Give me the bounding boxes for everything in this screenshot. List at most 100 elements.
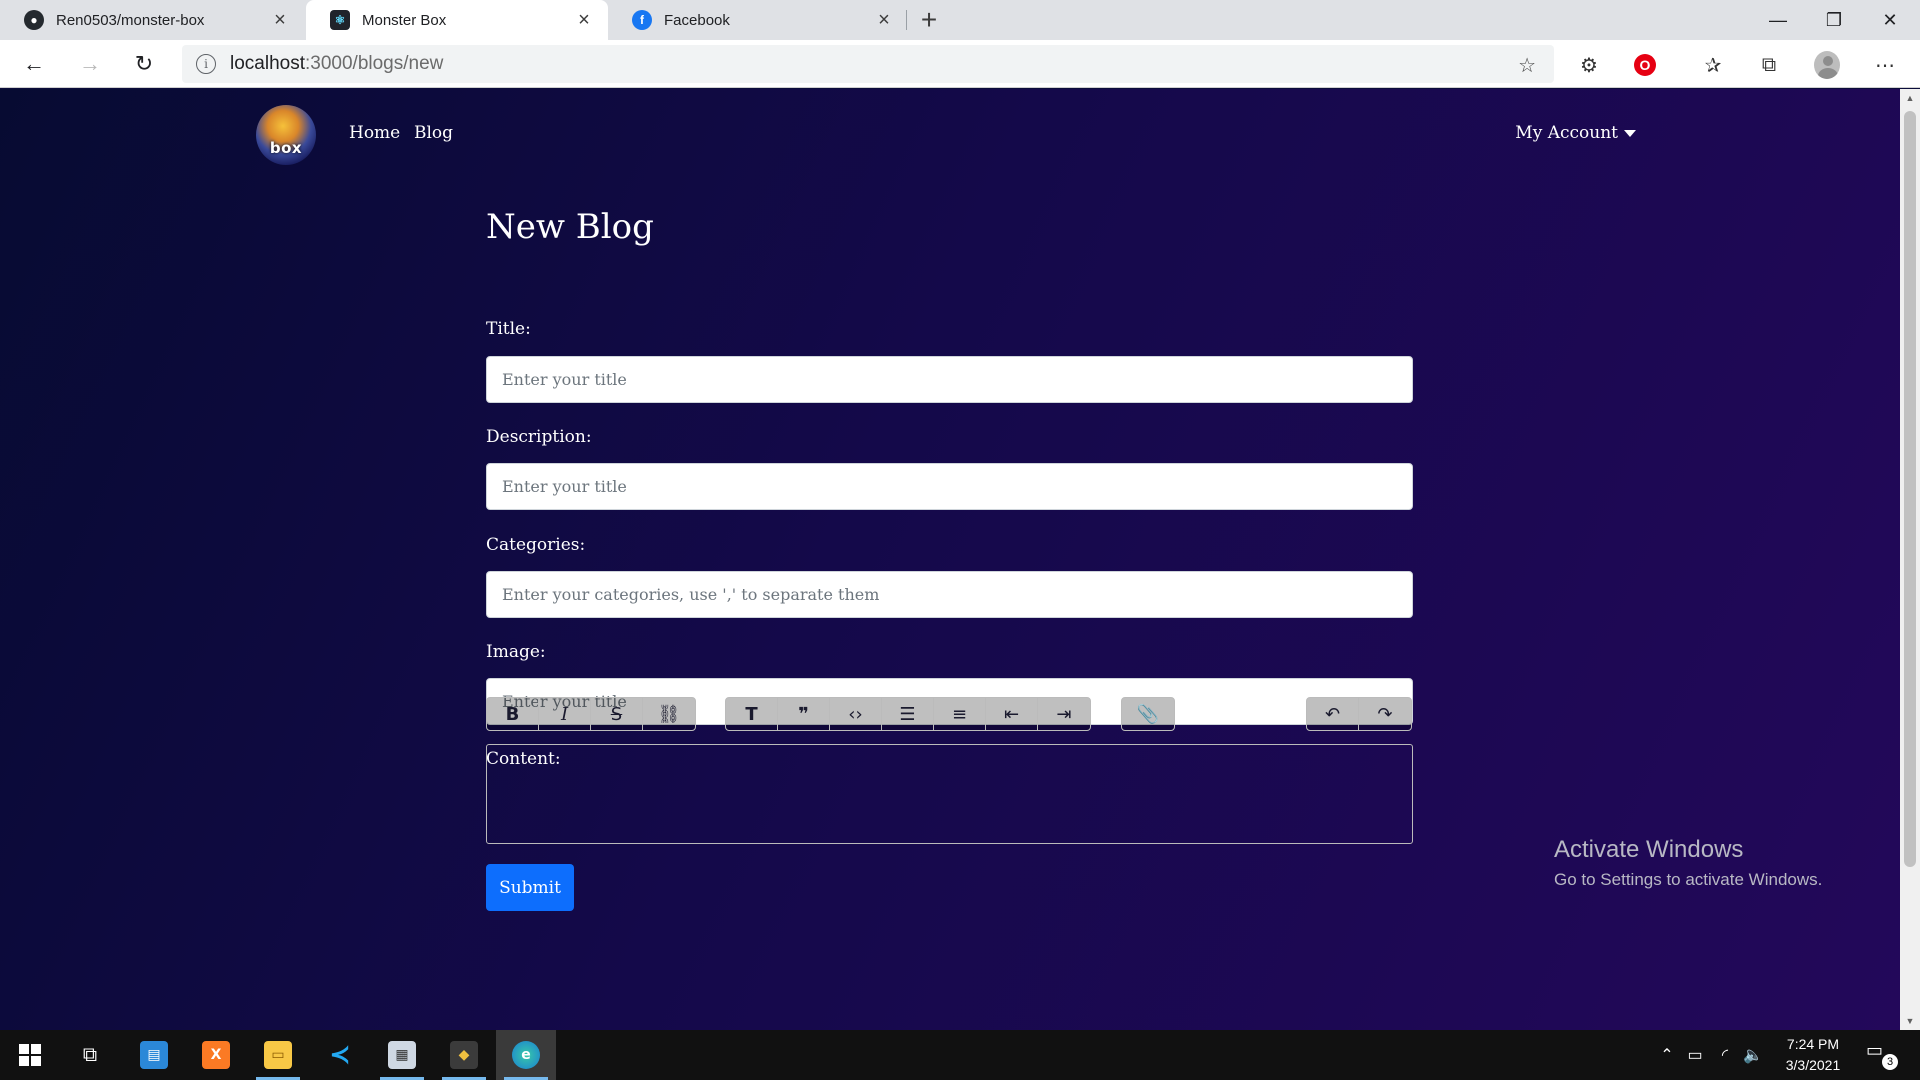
opera-extension-icon[interactable]: O bbox=[1632, 52, 1658, 78]
taskbar-app-file-explorer[interactable]: ▭ bbox=[248, 1030, 308, 1080]
minimize-button[interactable]: — bbox=[1750, 0, 1806, 40]
back-button[interactable]: ← bbox=[14, 40, 54, 88]
nav-home-link[interactable]: Home bbox=[349, 123, 400, 143]
activate-windows-watermark: Activate Windows Go to Settings to activ… bbox=[1554, 836, 1822, 890]
heading-icon[interactable]: T bbox=[726, 698, 778, 730]
redo-icon[interactable]: ↷ bbox=[1359, 698, 1411, 730]
address-bar[interactable]: i localhost:3000/blogs/new ☆ bbox=[182, 45, 1554, 83]
taskbar-app-xampp[interactable]: X bbox=[186, 1030, 246, 1080]
url-host: localhost bbox=[230, 53, 305, 74]
close-icon[interactable]: × bbox=[874, 9, 894, 32]
clock-time: 7:24 PM bbox=[1786, 1036, 1840, 1052]
github-icon: ● bbox=[24, 10, 44, 30]
new-tab-button[interactable]: + bbox=[912, 0, 946, 40]
windows-taskbar: ⧉ ▤ X ▭ ≺ ▦ ◆ e ⌃ ▭ ◜ 🔈 7:24 PM 3/3/2021… bbox=[0, 1030, 1920, 1080]
start-button[interactable] bbox=[0, 1030, 60, 1080]
title-label: Title: bbox=[486, 319, 531, 339]
volume-icon[interactable]: 🔈 bbox=[1740, 1030, 1766, 1080]
title-input[interactable]: Enter your title bbox=[486, 356, 1413, 403]
edge-icon: e bbox=[512, 1041, 540, 1069]
tab-facebook[interactable]: f Facebook × bbox=[608, 0, 908, 40]
scroll-down-icon[interactable]: ▼ bbox=[1900, 1012, 1920, 1030]
quote-icon[interactable]: ❞ bbox=[778, 698, 830, 730]
notification-icon: ▭ bbox=[1866, 1040, 1884, 1060]
clock-date: 3/3/2021 bbox=[1785, 1057, 1841, 1073]
tab-github[interactable]: ● Ren0503/monster-box × bbox=[0, 0, 304, 40]
folder-icon: ▭ bbox=[264, 1041, 292, 1069]
editor-toolbar: B I S ⛓ T ❞ ‹› ☰ ≡ ⇤ ⇥ 📎 ↶ ↷ bbox=[486, 697, 1413, 731]
taskbar-app-vscode[interactable]: ≺ bbox=[310, 1030, 370, 1080]
link-icon[interactable]: ⛓ bbox=[643, 698, 695, 730]
collections-icon[interactable]: ⧉ bbox=[1756, 52, 1782, 78]
tab-monster-box[interactable]: ⚛ Monster Box × bbox=[306, 0, 608, 40]
text-format-group: B I S ⛓ bbox=[486, 697, 696, 731]
profile-icon[interactable] bbox=[1814, 51, 1840, 79]
nav-blog-link[interactable]: Blog bbox=[414, 123, 453, 143]
tab-separator bbox=[906, 10, 907, 30]
contacts-icon: ▤ bbox=[140, 1041, 168, 1069]
taskbar-app-git[interactable]: ◆ bbox=[434, 1030, 494, 1080]
add-favorite-icon[interactable]: ☆ bbox=[1518, 53, 1536, 78]
history-group: ↶ ↷ bbox=[1306, 697, 1412, 731]
scroll-thumb[interactable] bbox=[1904, 111, 1916, 867]
image-label: Image: bbox=[486, 642, 546, 662]
logo-text: box bbox=[269, 139, 303, 157]
site-logo[interactable]: box bbox=[256, 105, 316, 165]
caret-down-icon bbox=[1624, 129, 1636, 137]
page-scrollbar[interactable]: ▲ ▼ bbox=[1900, 89, 1920, 1030]
decrease-indent-icon[interactable]: ⇤ bbox=[986, 698, 1038, 730]
my-account-dropdown[interactable]: My Account bbox=[1515, 123, 1636, 143]
refresh-button[interactable]: ↻ bbox=[124, 40, 164, 88]
block-format-group: T ❞ ‹› ☰ ≡ ⇤ ⇥ bbox=[725, 697, 1091, 731]
undo-icon[interactable]: ↶ bbox=[1307, 698, 1359, 730]
numbered-list-icon[interactable]: ≡ bbox=[934, 698, 986, 730]
description-input[interactable]: Enter your title bbox=[486, 463, 1413, 510]
browser-toolbar: ← → ↻ i localhost:3000/blogs/new ☆ ⚙ O ✰… bbox=[0, 40, 1920, 88]
watermark-title: Activate Windows bbox=[1554, 836, 1744, 863]
taskbar-clock[interactable]: 7:24 PM 3/3/2021 bbox=[1768, 1034, 1858, 1076]
strikethrough-icon[interactable]: S bbox=[591, 698, 643, 730]
site-navbar: box Home Blog My Account bbox=[256, 103, 1636, 167]
notification-center-button[interactable]: ▭ 3 bbox=[1866, 1040, 1898, 1070]
show-hidden-icons-button[interactable]: ⌃ bbox=[1654, 1030, 1680, 1080]
close-icon[interactable]: × bbox=[574, 9, 594, 32]
wifi-icon[interactable]: ◜ bbox=[1712, 1030, 1738, 1080]
battery-icon[interactable]: ▭ bbox=[1682, 1030, 1708, 1080]
windows-icon bbox=[19, 1044, 41, 1066]
close-icon[interactable]: × bbox=[270, 9, 290, 32]
bold-icon[interactable]: B bbox=[487, 698, 539, 730]
title-placeholder: Enter your title bbox=[502, 370, 627, 389]
extension-icon[interactable]: ⚙ bbox=[1576, 52, 1602, 78]
tab-title: Monster Box bbox=[362, 11, 447, 29]
page-title: New Blog bbox=[486, 207, 654, 247]
restore-button[interactable]: ❐ bbox=[1806, 0, 1862, 40]
italic-icon[interactable]: I bbox=[539, 698, 591, 730]
description-label: Description: bbox=[486, 427, 592, 447]
submit-button[interactable]: Submit bbox=[486, 864, 574, 911]
scroll-up-icon[interactable]: ▲ bbox=[1900, 89, 1920, 107]
react-icon: ⚛ bbox=[330, 10, 350, 30]
bullet-list-icon[interactable]: ☰ bbox=[882, 698, 934, 730]
forward-button[interactable]: → bbox=[70, 40, 110, 88]
close-window-button[interactable]: ✕ bbox=[1862, 0, 1918, 40]
categories-input[interactable]: Enter your categories, use ',' to separa… bbox=[486, 571, 1413, 618]
browser-tab-strip: ● Ren0503/monster-box × ⚛ Monster Box × … bbox=[0, 0, 1920, 40]
taskbar-app-contacts[interactable]: ▤ bbox=[124, 1030, 184, 1080]
increase-indent-icon[interactable]: ⇥ bbox=[1038, 698, 1090, 730]
notification-count-badge: 3 bbox=[1882, 1054, 1898, 1070]
more-menu-icon[interactable]: ⋯ bbox=[1872, 52, 1898, 78]
taskbar-app-network[interactable]: ▦ bbox=[372, 1030, 432, 1080]
task-view-button[interactable]: ⧉ bbox=[60, 1030, 120, 1080]
my-account-label: My Account bbox=[1515, 123, 1618, 143]
file-group: 📎 bbox=[1121, 697, 1175, 731]
watermark-subtitle: Go to Settings to activate Windows. bbox=[1554, 870, 1823, 889]
submit-label: Submit bbox=[499, 877, 561, 898]
code-icon[interactable]: ‹› bbox=[830, 698, 882, 730]
tab-title: Facebook bbox=[664, 11, 730, 29]
info-icon[interactable]: i bbox=[196, 54, 216, 74]
attach-file-icon[interactable]: 📎 bbox=[1122, 698, 1174, 730]
favorites-icon[interactable]: ✰ bbox=[1700, 52, 1726, 78]
content-editor[interactable] bbox=[486, 744, 1413, 844]
tab-title: Ren0503/monster-box bbox=[56, 11, 205, 29]
taskbar-app-edge[interactable]: e bbox=[496, 1030, 556, 1080]
